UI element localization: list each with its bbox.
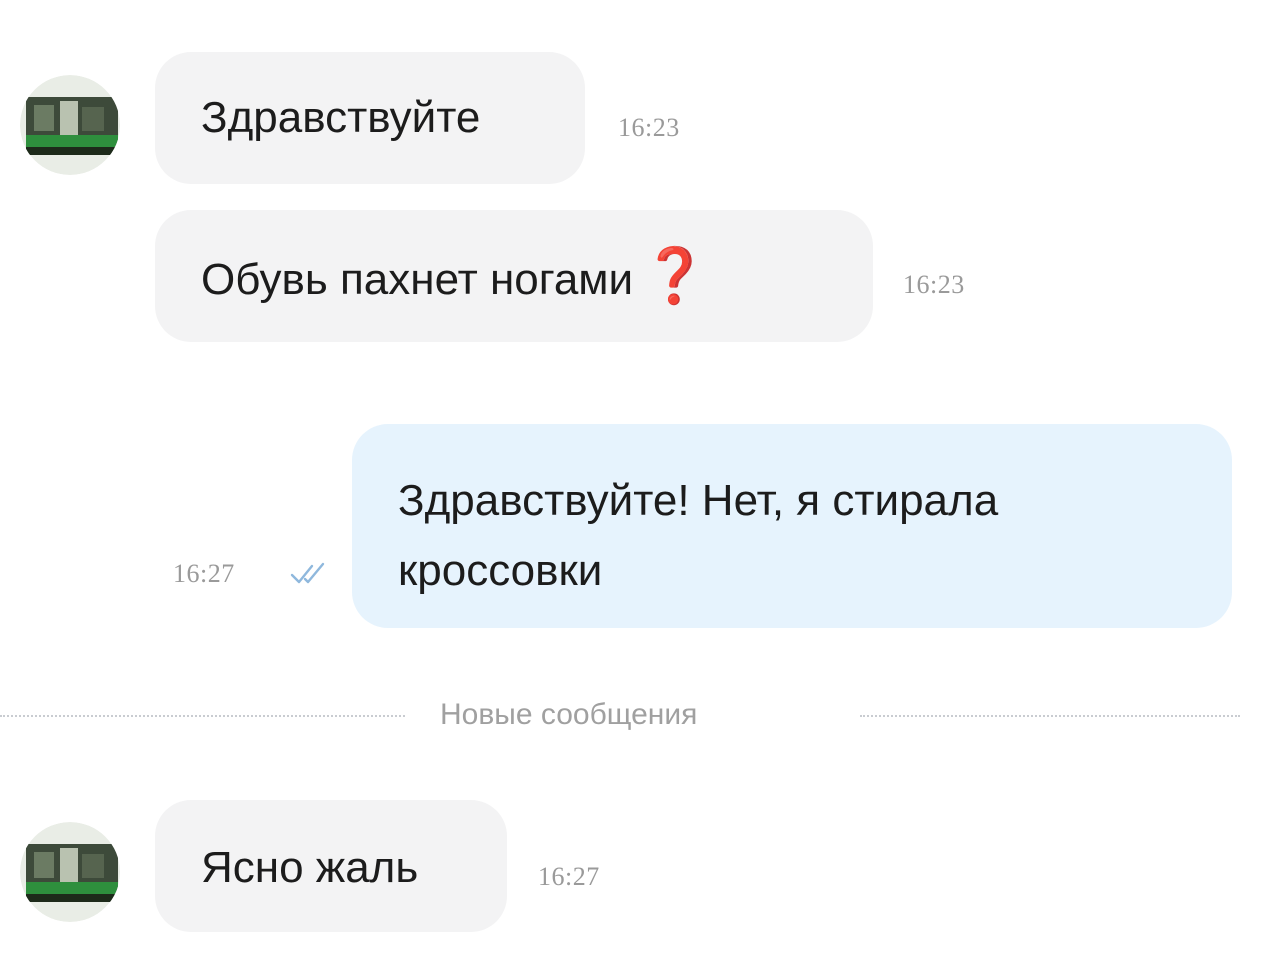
chat-thread: Здравствуйте 16:23 Обувь пахнет ногами ❓ … [0,0,1280,967]
message-bubble-incoming[interactable]: Здравствуйте [155,52,585,184]
message-timestamp: 16:23 [618,113,680,142]
avatar-image [20,75,120,175]
message-text: Ясно жаль [201,843,419,892]
message-text: Обувь пахнет ногами [201,255,634,304]
message-text: Здравствуйте [201,93,481,142]
message-timestamp: 16:27 [538,862,600,891]
divider-line-right [860,715,1240,717]
message-timestamp: 16:23 [903,270,965,299]
red-question-mark-icon: ❓ [641,246,709,306]
message-text-line: кроссовки [398,546,603,595]
message-timestamp: 16:27 [173,559,235,588]
message-bubble-incoming[interactable]: Ясно жаль [155,800,507,932]
double-check-icon [290,562,325,584]
sender-avatar[interactable] [20,822,120,922]
message-text-line: Здравствуйте! Нет, я стирала [398,476,999,525]
divider-line-left [0,715,405,717]
message-bubble-outgoing[interactable]: Здравствуйте! Нет, я стирала кроссовки [352,424,1232,628]
sender-avatar[interactable] [20,75,120,175]
new-messages-divider: Новые сообщения [440,698,698,731]
message-bubble-incoming[interactable]: Обувь пахнет ногами ❓ [155,210,873,342]
avatar-image [20,822,120,922]
